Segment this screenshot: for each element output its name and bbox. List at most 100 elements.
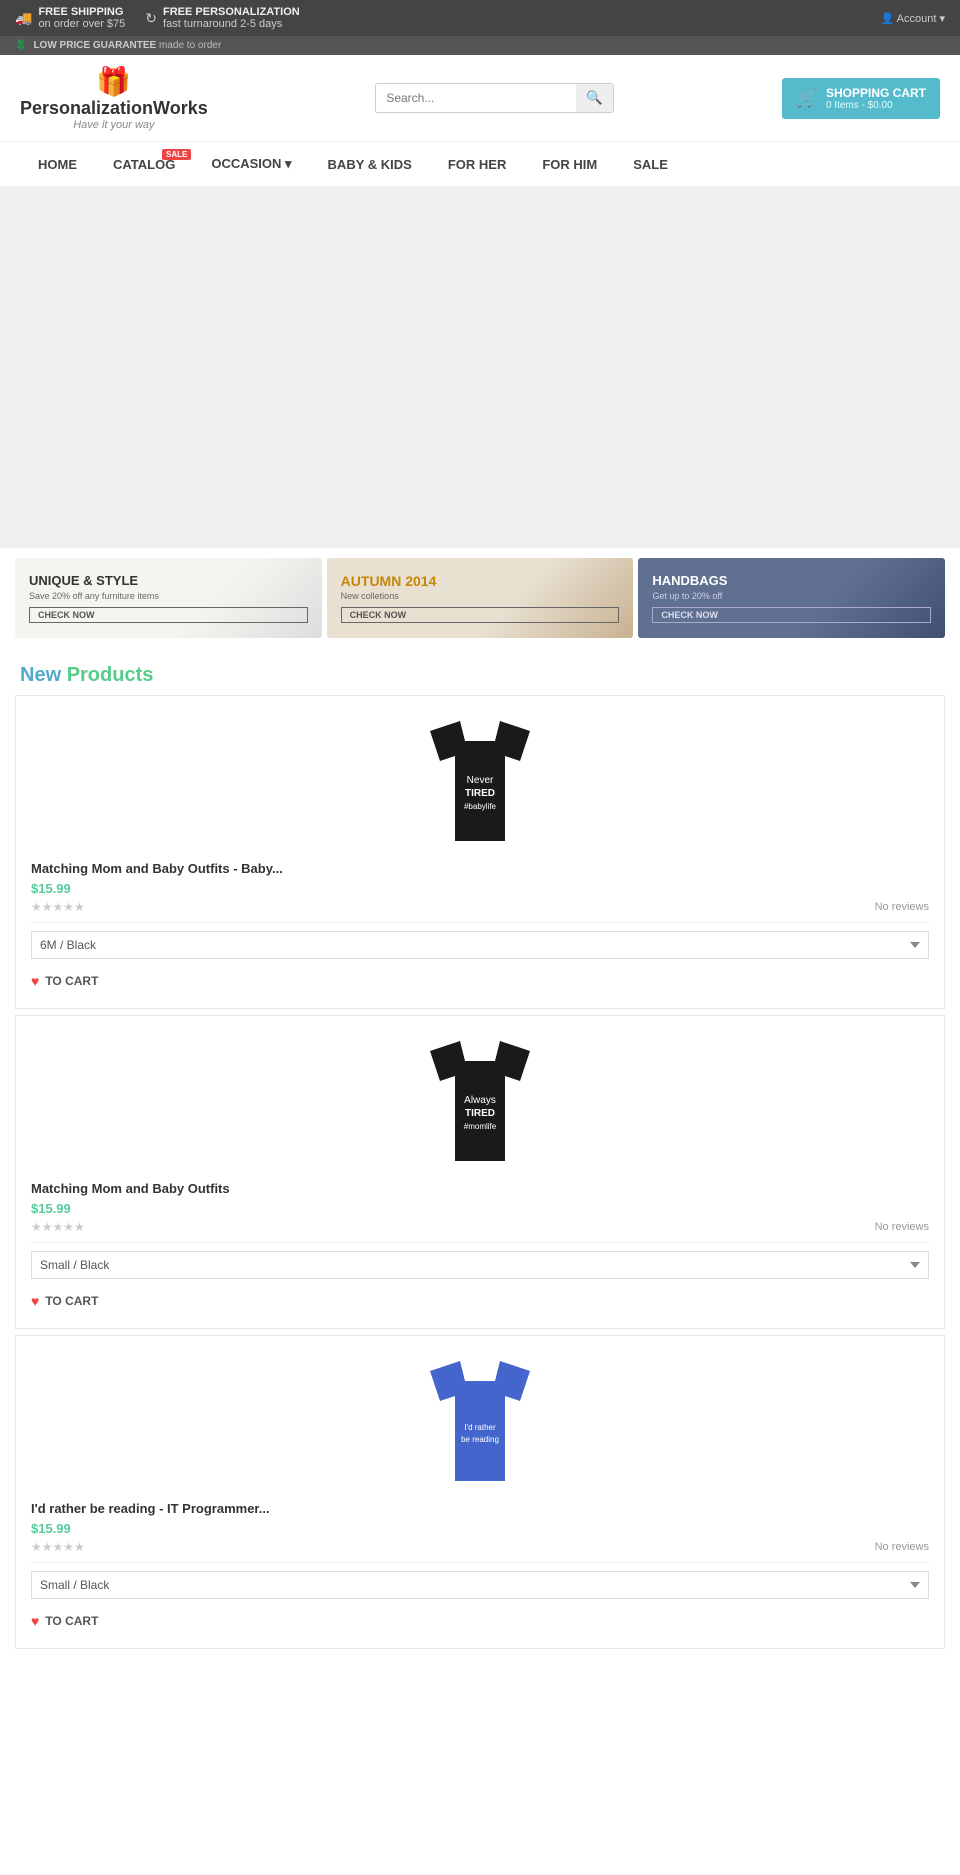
variant-select-1[interactable]: Small / Black	[31, 1251, 929, 1279]
promo-btn-0[interactable]: CHECK NOW	[29, 607, 308, 623]
promo-sub-1: New colletions	[341, 591, 620, 601]
free-shipping-label: FREE SHIPPING	[38, 6, 125, 18]
low-price-bar: 💲 LOW PRICE GUARANTEE made to order	[0, 36, 960, 55]
personalization-item: FREE PERSONALIZATION fast turnaround 2-5…	[145, 6, 299, 30]
low-price-info: LOW PRICE GUARANTEE made to order	[33, 40, 221, 51]
product-stars-row-2: ★★★★★ No reviews	[31, 1540, 929, 1554]
cart-items: 0 Items - $0.00	[826, 100, 926, 111]
reviews-2: No reviews	[875, 1541, 929, 1553]
section-new: New	[20, 664, 61, 686]
nav-sale[interactable]: SALE	[615, 143, 686, 186]
promo-btn-1[interactable]: CHECK NOW	[341, 607, 620, 623]
svg-text:TIRED: TIRED	[465, 788, 495, 799]
site-logo[interactable]: 🎁 PersonalizationWorks Have it your way	[20, 65, 208, 131]
promo-title-1: AUTUMN 2014	[341, 573, 620, 590]
reviews-1: No reviews	[875, 1221, 929, 1233]
product-price-1: $15.99	[31, 1201, 929, 1216]
nav-catalog[interactable]: CATALOG Sale	[95, 143, 193, 186]
product-stars-row-0: ★★★★★ No reviews	[31, 900, 929, 914]
low-price-sub: made to order	[159, 40, 221, 51]
main-nav: HOME CATALOG Sale OCCASION ▾ BABY & KIDS…	[0, 142, 960, 188]
nav-baby-kids[interactable]: BABY & KIDS	[310, 143, 430, 186]
product-image-2[interactable]: I'd rather be reading	[31, 1351, 929, 1491]
product-price-2: $15.99	[31, 1521, 929, 1536]
personalization-sub: fast turnaround 2-5 days	[163, 18, 300, 30]
variant-select-2[interactable]: Small / Black	[31, 1571, 929, 1599]
logo-icon: 🎁	[20, 65, 208, 98]
top-bar: FREE SHIPPING on order over $75 FREE PER…	[0, 0, 960, 36]
heart-icon-1: ♥	[31, 1293, 39, 1309]
variant-select-0[interactable]: 6M / Black	[31, 931, 929, 959]
promo-sub-2: Get up to 20% off	[652, 591, 931, 601]
search-input[interactable]	[376, 84, 576, 112]
new-products-heading: New Products	[0, 648, 960, 695]
search-button[interactable]: 🔍	[576, 84, 613, 112]
products-list: Never TIRED #babylife Matching Mom and B…	[0, 695, 960, 1675]
stars-0: ★★★★★	[31, 900, 85, 914]
reviews-0: No reviews	[875, 901, 929, 913]
stars-1: ★★★★★	[31, 1220, 85, 1234]
truck-icon	[15, 10, 32, 27]
product-card-0: Never TIRED #babylife Matching Mom and B…	[15, 695, 945, 1009]
site-header: 🎁 PersonalizationWorks Have it your way …	[0, 55, 960, 142]
free-shipping-item: FREE SHIPPING on order over $75	[15, 6, 125, 30]
refresh-icon	[145, 10, 157, 27]
nav-occasion[interactable]: OCCASION ▾	[193, 142, 309, 186]
section-products: Products	[67, 664, 154, 686]
cart-info: SHOPPING CART 0 Items - $0.00	[826, 86, 926, 111]
nav-home[interactable]: HOME	[20, 143, 95, 186]
promo-title-2: HANDBAGS	[652, 573, 931, 589]
cart-btn-label-0: TO CART	[45, 974, 98, 988]
svg-text:TIRED: TIRED	[465, 1108, 495, 1119]
low-price-label: LOW PRICE GUARANTEE	[33, 40, 156, 51]
product-tshirt-0: Never TIRED #babylife	[415, 711, 545, 851]
cart-btn-label-1: TO CART	[45, 1294, 98, 1308]
svg-text:Never: Never	[467, 775, 494, 786]
nav-for-her[interactable]: FOR HER	[430, 143, 525, 186]
cart-btn-label-2: TO CART	[45, 1614, 98, 1628]
nav-for-him[interactable]: FOR HIM	[524, 143, 615, 186]
promo-banner-1[interactable]: AUTUMN 2014 New colletions CHECK NOW	[327, 558, 634, 638]
divider-1	[31, 1242, 929, 1243]
cart-icon: 🛒	[796, 88, 818, 109]
top-bar-left: FREE SHIPPING on order over $75 FREE PER…	[15, 6, 300, 30]
promo-btn-2[interactable]: CHECK NOW	[652, 607, 931, 623]
product-tshirt-2: I'd rather be reading	[415, 1351, 545, 1491]
add-to-cart-button-2[interactable]: ♥ TO CART	[31, 1609, 98, 1633]
product-image-1[interactable]: Always TIRED #momlife	[31, 1031, 929, 1171]
cart-label: SHOPPING CART	[826, 86, 926, 100]
product-title-2: I'd rather be reading - IT Programmer...	[31, 1501, 929, 1516]
product-image-0[interactable]: Never TIRED #babylife	[31, 711, 929, 851]
product-card-2: I'd rather be reading I'd rather be read…	[15, 1335, 945, 1649]
promo-banner-2[interactable]: HANDBAGS Get up to 20% off CHECK NOW	[638, 558, 945, 638]
promo-title-0: UNIQUE & STYLE	[29, 573, 308, 589]
promo-banners: UNIQUE & STYLE Save 20% off any furnitur…	[0, 548, 960, 648]
product-price-0: $15.99	[31, 881, 929, 896]
heart-icon-0: ♥	[31, 973, 39, 989]
svg-text:be reading: be reading	[461, 1435, 499, 1444]
logo-title: PersonalizationWorks	[20, 98, 208, 119]
promo-sub-0: Save 20% off any furniture items	[29, 591, 308, 601]
divider-0	[31, 922, 929, 923]
add-to-cart-button-1[interactable]: ♥ TO CART	[31, 1289, 98, 1313]
stars-2: ★★★★★	[31, 1540, 85, 1554]
promo-banner-0[interactable]: UNIQUE & STYLE Save 20% off any furnitur…	[15, 558, 322, 638]
personalization-info: FREE PERSONALIZATION fast turnaround 2-5…	[163, 6, 300, 30]
account-label: Account	[897, 13, 937, 25]
sale-badge: Sale	[162, 149, 191, 160]
free-shipping-info: FREE SHIPPING on order over $75	[38, 6, 125, 30]
product-card-1: Always TIRED #momlife Matching Mom and B…	[15, 1015, 945, 1329]
svg-text:#momlife: #momlife	[464, 1122, 497, 1131]
add-to-cart-button-0[interactable]: ♥ TO CART	[31, 969, 98, 993]
product-stars-row-1: ★★★★★ No reviews	[31, 1220, 929, 1234]
svg-text:#babylife: #babylife	[464, 802, 497, 811]
divider-2	[31, 1562, 929, 1563]
cart-button[interactable]: 🛒 SHOPPING CART 0 Items - $0.00	[782, 78, 940, 119]
product-title-0: Matching Mom and Baby Outfits - Baby...	[31, 861, 929, 876]
product-tshirt-1: Always TIRED #momlife	[415, 1031, 545, 1171]
account-menu[interactable]: 👤 Account ▾	[881, 12, 945, 25]
account-icon: 👤	[881, 13, 895, 25]
search-bar: 🔍	[375, 83, 614, 113]
personalization-label: FREE PERSONALIZATION	[163, 6, 300, 18]
logo-subtitle: Have it your way	[20, 119, 208, 131]
